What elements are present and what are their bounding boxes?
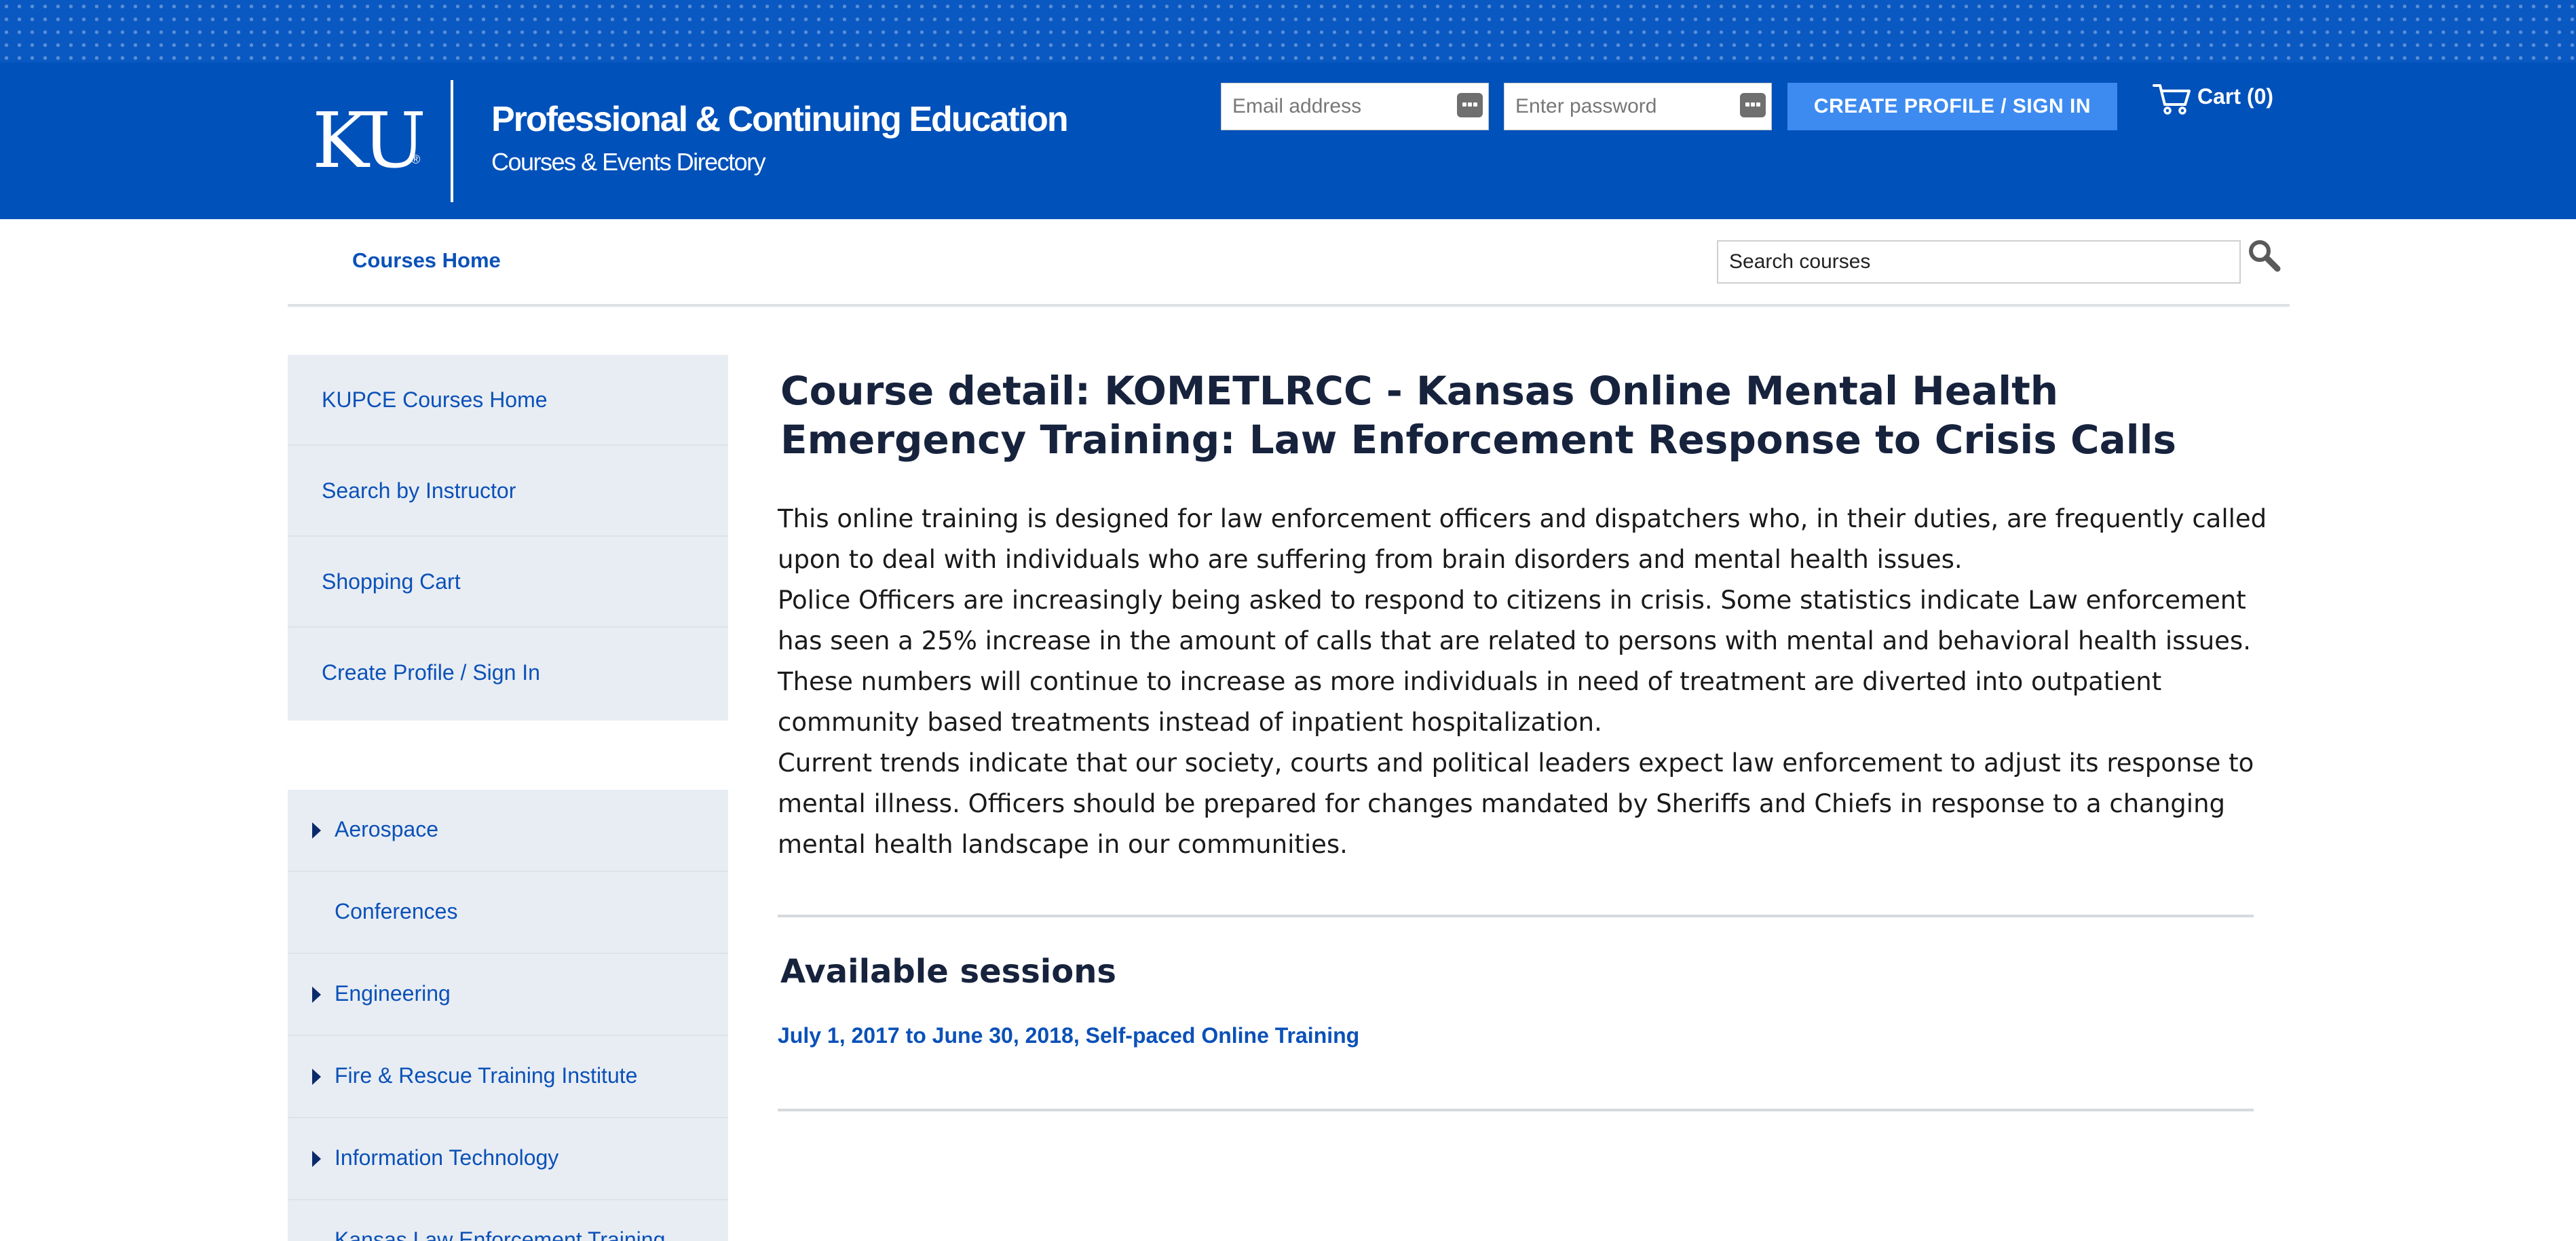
nav-divider [288,304,2290,307]
magnifier-icon[interactable] [2246,237,2281,273]
caret-right-icon[interactable] [312,987,321,1003]
sidebar-links: KUPCE Courses Home Search by Instructor … [288,355,728,721]
logo-divider [451,80,453,202]
sidebar-item-shopping-cart[interactable]: Shopping Cart [288,537,728,628]
cart-label: Cart (0) [2197,84,2274,109]
ku-logo[interactable]: KU ® [312,97,426,185]
keyboard-icon[interactable] [1740,93,1766,117]
sidebar-item-create-profile[interactable]: Create Profile / Sign In [288,628,728,719]
section-divider [778,915,2254,917]
site-header: KU ® Professional & Continuing Education… [0,0,2576,219]
category-label: Kansas Law Enforcement Training [335,1227,666,1241]
caret-right-icon[interactable] [312,1151,321,1167]
caret-right-icon[interactable] [312,822,321,839]
category-kansas-law-enforcement[interactable]: Kansas Law Enforcement Training [288,1200,728,1241]
section-divider [778,1109,2254,1111]
logo-registered-mark: ® [411,153,421,166]
category-engineering[interactable]: Engineering [288,954,728,1036]
site-title[interactable]: Professional & Continuing Education [491,99,1069,140]
sidebar-item-search-instructor[interactable]: Search by Instructor [288,446,728,537]
keyboard-icon[interactable] [1457,93,1483,117]
course-title: Course detail: KOMETLRCC - Kansas Online… [780,368,2177,463]
logo-text: KU [312,97,426,185]
sessions-heading: Available sessions [780,953,1116,991]
description-paragraph: Current trends indicate that our society… [778,748,2254,859]
email-placeholder: Email address [1232,95,1362,117]
session-link[interactable]: July 1, 2017 to June 30, 2018, Self-pace… [778,1023,1359,1048]
courses-home-link[interactable]: Courses Home [352,248,501,273]
password-placeholder: Enter password [1515,95,1657,117]
sidebar-item-label: Shopping Cart [322,569,461,594]
category-label: Conferences [335,899,458,923]
category-information-technology[interactable]: Information Technology [288,1118,728,1200]
category-conferences[interactable]: Conferences [288,872,728,954]
shopping-cart-icon [2153,84,2191,115]
create-profile-sign-in-button[interactable]: CREATE PROFILE / SIGN IN [1787,83,2117,130]
email-field[interactable]: Email address [1221,83,1489,130]
category-label: Engineering [335,981,451,1006]
sidebar-item-label: KUPCE Courses Home [322,387,548,412]
category-aerospace[interactable]: Aerospace [288,790,728,872]
description-paragraph: This online training is designed for law… [778,504,2267,574]
caret-right-icon[interactable] [312,1069,321,1085]
category-label: Aerospace [335,817,438,841]
site-subtitle: Courses & Events Directory [491,148,766,176]
category-label: Fire & Rescue Training Institute [335,1063,638,1088]
course-description: This online training is designed for law… [778,499,2277,865]
sidebar-categories: Aerospace Conferences Engineering Fire &… [288,790,728,1241]
search-courses-input[interactable]: Search courses [1717,240,2241,284]
sidebar-item-kupce-home[interactable]: KUPCE Courses Home [288,355,728,446]
password-field[interactable]: Enter password [1504,83,1772,130]
description-paragraph: Police Officers are increasingly being a… [778,586,2251,737]
category-label: Information Technology [335,1145,559,1170]
sidebar-item-label: Search by Instructor [322,478,516,503]
category-fire-rescue[interactable]: Fire & Rescue Training Institute [288,1036,728,1118]
sidebar-item-label: Create Profile / Sign In [322,660,540,685]
header-pattern [0,0,2576,62]
